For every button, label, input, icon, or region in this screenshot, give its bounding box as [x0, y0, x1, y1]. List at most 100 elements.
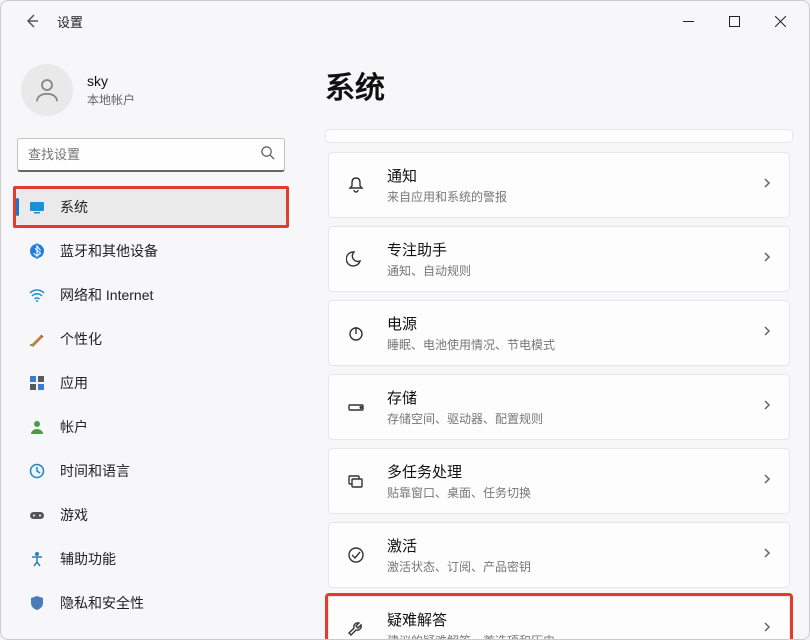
nav-item-update[interactable]: Windows 更新 — [16, 629, 286, 639]
card-title: 疑难解答 — [387, 609, 761, 630]
card-subtitle: 激活状态、订阅、产品密钥 — [387, 558, 761, 575]
nav-item-label: 隐私和安全性 — [60, 593, 144, 613]
check-icon — [343, 542, 369, 568]
system-icon — [28, 198, 46, 216]
card-title: 存储 — [387, 387, 761, 408]
search-input[interactable] — [17, 138, 285, 172]
nav-item-gaming[interactable]: 游戏 — [16, 497, 286, 533]
bell-icon — [343, 172, 369, 198]
nav-item-system[interactable]: 系统 — [16, 189, 286, 225]
nav-item-account[interactable]: 帐户 — [16, 409, 286, 445]
bluetooth-icon — [28, 242, 46, 260]
chevron-right-icon — [761, 176, 773, 194]
card-text: 存储存储空间、驱动器、配置规则 — [387, 387, 761, 427]
card-subtitle: 来自应用和系统的警报 — [387, 188, 761, 205]
nav-item-label: 蓝牙和其他设备 — [60, 241, 158, 261]
apps-icon — [28, 374, 46, 392]
settings-card-multitask[interactable]: 多任务处理贴靠窗口、桌面、任务切换 — [328, 448, 790, 514]
settings-card-bell[interactable]: 通知来自应用和系统的警报 — [328, 152, 790, 218]
nav-item-network[interactable]: 网络和 Internet — [16, 277, 286, 313]
settings-card-wrench[interactable]: 疑难解答建议的疑难解答、首选项和历史 — [328, 596, 790, 639]
account-icon — [28, 418, 46, 436]
storage-icon — [343, 394, 369, 420]
nav-item-accessibility[interactable]: 辅助功能 — [16, 541, 286, 577]
titlebar: 设置 — [1, 1, 809, 41]
card-subtitle: 建议的疑难解答、首选项和历史 — [387, 632, 761, 639]
settings-card-check[interactable]: 激活激活状态、订阅、产品密钥 — [328, 522, 790, 588]
accessibility-icon — [28, 550, 46, 568]
card-subtitle: 通知、自动规则 — [387, 262, 761, 279]
network-icon — [28, 286, 46, 304]
back-button[interactable] — [17, 6, 47, 36]
personalize-icon — [28, 330, 46, 348]
nav-item-label: 应用 — [60, 373, 88, 393]
card-text: 电源睡眠、电池使用情况、节电模式 — [387, 313, 761, 353]
page-title: 系统 — [325, 63, 793, 107]
card-title: 多任务处理 — [387, 461, 761, 482]
user-block[interactable]: sky 本地帐户 — [1, 46, 301, 134]
app-title: 设置 — [57, 12, 655, 31]
user-info: sky 本地帐户 — [87, 73, 135, 108]
nav-item-personalize[interactable]: 个性化 — [16, 321, 286, 357]
chevron-right-icon — [761, 546, 773, 564]
nav-item-label: 系统 — [60, 197, 88, 217]
nav-item-label: 帐户 — [60, 417, 88, 437]
card-text: 激活激活状态、订阅、产品密钥 — [387, 535, 761, 575]
card-text: 专注助手通知、自动规则 — [387, 239, 761, 279]
card-text: 多任务处理贴靠窗口、桌面、任务切换 — [387, 461, 761, 501]
card-text: 通知来自应用和系统的警报 — [387, 165, 761, 205]
nav-item-time[interactable]: 时间和语言 — [16, 453, 286, 489]
back-arrow-icon — [24, 13, 40, 29]
time-icon — [28, 462, 46, 480]
nav-item-privacy[interactable]: 隐私和安全性 — [16, 585, 286, 621]
content-area: sky 本地帐户 系统蓝牙和其他设备网络和 Internet 个性化应用帐户时间和… — [1, 41, 809, 639]
chevron-right-icon — [761, 324, 773, 342]
minimize-button[interactable] — [665, 5, 711, 37]
maximize-button[interactable] — [711, 5, 757, 37]
chevron-right-icon — [761, 472, 773, 490]
card-title: 电源 — [387, 313, 761, 334]
chevron-right-icon — [761, 250, 773, 268]
nav-item-label: 辅助功能 — [60, 549, 116, 569]
settings-card-storage[interactable]: 存储存储空间、驱动器、配置规则 — [328, 374, 790, 440]
chevron-right-icon — [761, 398, 773, 416]
nav-item-label: 游戏 — [60, 505, 88, 525]
settings-window: 设置 sky 本地帐户 系统蓝牙和 — [0, 0, 810, 640]
settings-card-power[interactable]: 电源睡眠、电池使用情况、节电模式 — [328, 300, 790, 366]
power-icon — [343, 320, 369, 346]
privacy-icon — [28, 594, 46, 612]
card-subtitle: 存储空间、驱动器、配置规则 — [387, 410, 761, 427]
search-wrap — [17, 138, 285, 172]
nav-item-label: 个性化 — [60, 329, 102, 349]
card-partial-top[interactable] — [325, 129, 793, 143]
card-title: 通知 — [387, 165, 761, 186]
card-text: 疑难解答建议的疑难解答、首选项和历史 — [387, 609, 761, 639]
nav-item-label: 网络和 Internet — [60, 285, 153, 305]
update-icon — [28, 638, 46, 639]
search-icon — [260, 145, 275, 165]
card-subtitle: 睡眠、电池使用情况、节电模式 — [387, 336, 761, 353]
wrench-icon — [343, 616, 369, 639]
nav-item-label: 时间和语言 — [60, 461, 130, 481]
nav-list: 系统蓝牙和其他设备网络和 Internet 个性化应用帐户时间和语言游戏辅助功能隐… — [1, 186, 301, 639]
sidebar: sky 本地帐户 系统蓝牙和其他设备网络和 Internet 个性化应用帐户时间和… — [1, 41, 301, 639]
card-title: 专注助手 — [387, 239, 761, 260]
moon-icon — [343, 246, 369, 272]
close-button[interactable] — [757, 5, 803, 37]
avatar — [21, 64, 73, 116]
window-controls — [665, 5, 803, 37]
user-subtitle: 本地帐户 — [87, 91, 135, 108]
person-icon — [32, 75, 62, 105]
nav-item-label: Windows 更新 — [60, 637, 149, 639]
nav-item-apps[interactable]: 应用 — [16, 365, 286, 401]
settings-card-moon[interactable]: 专注助手通知、自动规则 — [328, 226, 790, 292]
multitask-icon — [343, 468, 369, 494]
nav-item-bluetooth[interactable]: 蓝牙和其他设备 — [16, 233, 286, 269]
card-subtitle: 贴靠窗口、桌面、任务切换 — [387, 484, 761, 501]
card-list: 通知来自应用和系统的警报专注助手通知、自动规则电源睡眠、电池使用情况、节电模式存… — [325, 149, 793, 639]
gaming-icon — [28, 506, 46, 524]
chevron-right-icon — [761, 620, 773, 638]
user-name: sky — [87, 73, 135, 89]
card-title: 激活 — [387, 535, 761, 556]
main-panel: 系统 通知来自应用和系统的警报专注助手通知、自动规则电源睡眠、电池使用情况、节电… — [301, 41, 809, 639]
